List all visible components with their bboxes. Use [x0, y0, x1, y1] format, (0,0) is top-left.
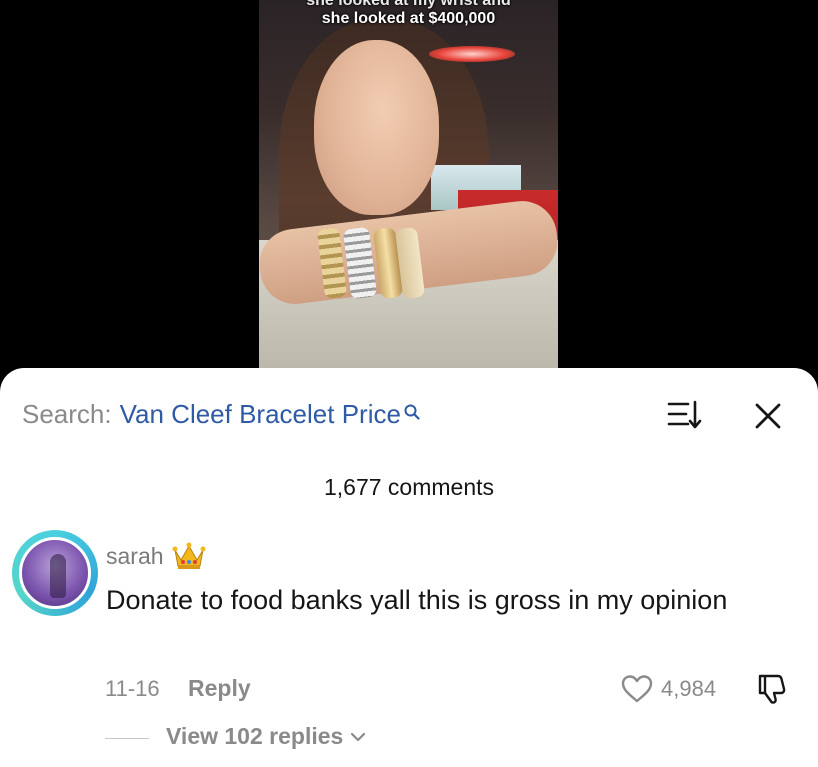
video-caption-line-2: she looked at $400,000	[321, 10, 496, 27]
crown-icon	[172, 542, 206, 569]
search-icon[interactable]	[404, 396, 420, 420]
comment-date: 11-16	[105, 676, 160, 701]
reply-button[interactable]: Reply	[188, 675, 251, 702]
comments-panel: Search: Van Cleef Bracelet Price 1,677 c…	[0, 368, 818, 767]
video-ceiling-light	[429, 46, 515, 62]
avatar-figure	[50, 554, 66, 598]
dislike-icon[interactable]	[754, 672, 788, 706]
comment-text: Donate to food banks yall this is gross …	[106, 585, 728, 615]
search-term-link[interactable]: Van Cleef Bracelet Price	[120, 399, 401, 430]
username-text[interactable]: sarah	[106, 543, 164, 570]
search-suggestion[interactable]: Search: Van Cleef Bracelet Price	[22, 398, 420, 430]
avatar[interactable]	[19, 537, 91, 609]
video-player[interactable]: she looked at my wrist and she looked at…	[259, 0, 558, 380]
view-replies-label[interactable]: View 102 replies	[166, 723, 343, 750]
like-count: 4,984	[661, 676, 717, 701]
close-icon[interactable]	[752, 400, 784, 432]
search-prefix: Search:	[22, 398, 112, 429]
video-caption-line-1: she looked at my wrist and	[306, 0, 511, 9]
video-person-face	[314, 40, 439, 215]
heart-icon[interactable]	[620, 674, 654, 704]
view-replies-button[interactable]: View 102 replies	[166, 723, 367, 750]
chevron-down-icon	[351, 732, 366, 741]
comment-count: 1,677 comments	[323, 474, 495, 500]
comment-username[interactable]: sarah	[106, 542, 206, 570]
replies-divider	[105, 738, 149, 739]
sort-icon[interactable]	[666, 398, 702, 432]
video-caption: she looked at my wrist and she looked at…	[259, 0, 558, 28]
